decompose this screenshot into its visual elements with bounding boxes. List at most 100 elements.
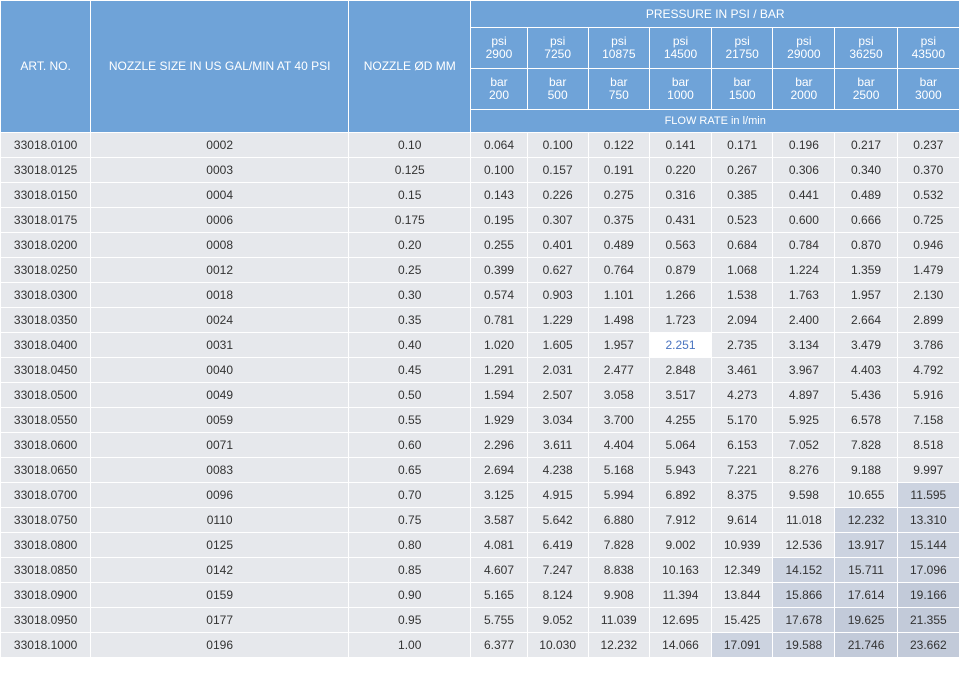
flow-rate-cell: 0.122 xyxy=(588,133,649,157)
psi-value: 29000 xyxy=(787,47,821,61)
art-no-cell: 33018.0850 xyxy=(1,558,91,582)
flow-rate-cell: 17.678 xyxy=(773,608,835,632)
flow-rate-cell: 4.404 xyxy=(588,433,649,457)
flow-rate-cell: 17.614 xyxy=(835,583,897,607)
flow-rate-cell: 1.763 xyxy=(773,283,835,307)
nozzle-size-cell: 0004 xyxy=(91,183,349,207)
flow-rate-cell: 3.517 xyxy=(649,383,712,407)
nozzle-diameter-cell: 1.00 xyxy=(349,633,471,657)
art-no-cell: 33018.0125 xyxy=(1,158,91,182)
flow-rate-cell: 17.096 xyxy=(897,558,959,582)
flow-rate-cell: 11.039 xyxy=(588,608,649,632)
flow-rate-cell: 9.052 xyxy=(527,608,588,632)
flow-rate-cell: 0.220 xyxy=(649,158,712,182)
flow-rate-table: ART. NO. NOZZLE SIZE IN US GAL/MIN AT 40… xyxy=(0,0,960,658)
flow-rate-cell: 0.226 xyxy=(527,183,588,207)
art-no-header: ART. NO. xyxy=(1,1,91,132)
flow-rate-cell: 0.879 xyxy=(649,258,712,282)
flow-rate-cell: 0.627 xyxy=(527,258,588,282)
flow-rate-cell: 1.359 xyxy=(835,258,897,282)
psi-header-cell: psi 7250 xyxy=(527,28,588,68)
table-row: 33018.1000 0196 1.00 6.377 10.030 12.232 14.06… xyxy=(1,633,959,657)
flow-rate-cell: 0.237 xyxy=(897,133,959,157)
bar-header-cell: bar 500 xyxy=(527,69,588,109)
flow-rate-cell: 6.892 xyxy=(649,483,712,507)
flow-rate-cell: 12.232 xyxy=(835,508,897,532)
art-no-cell: 33018.0600 xyxy=(1,433,91,457)
flow-rate-cell: 6.377 xyxy=(471,633,527,657)
psi-value: 21750 xyxy=(725,47,759,61)
flow-rate-cell: 8.124 xyxy=(527,583,588,607)
psi-header-cell: psi 21750 xyxy=(712,28,773,68)
flow-rate-cell: 0.196 xyxy=(773,133,835,157)
flow-rate-cell: 2.130 xyxy=(897,283,959,307)
flow-rate-cell: 0.275 xyxy=(588,183,649,207)
psi-header-cell: psi 10875 xyxy=(588,28,649,68)
flow-rate-cell: 7.052 xyxy=(773,433,835,457)
flow-rate-cell: 0.340 xyxy=(835,158,897,182)
art-no-cell: 33018.1000 xyxy=(1,633,91,657)
flow-rate-cell: 2.664 xyxy=(835,308,897,332)
flow-rate-cell: 0.385 xyxy=(712,183,773,207)
flow-rate-cell: 0.946 xyxy=(897,233,959,257)
flow-rate-cell: 1.498 xyxy=(588,308,649,332)
flow-rate-cell: 6.880 xyxy=(588,508,649,532)
nozzle-diameter-cell: 0.30 xyxy=(349,283,471,307)
flow-rate-cell: 2.477 xyxy=(588,358,649,382)
flow-rate-cell: 0.195 xyxy=(471,208,527,232)
flow-rate-cell: 15.711 xyxy=(835,558,897,582)
flow-rate-cell: 5.755 xyxy=(471,608,527,632)
table-row: 33018.0200 0008 0.20 0.255 0.401 0.489 0.563 0.… xyxy=(1,233,959,257)
table-row: 33018.0300 0018 0.30 0.574 0.903 1.101 1.266 1.… xyxy=(1,283,959,307)
nozzle-size-cell: 0018 xyxy=(91,283,349,307)
flow-rate-cell: 5.943 xyxy=(649,458,712,482)
flow-rate-cell: 11.595 xyxy=(897,483,959,507)
flow-rate-cell: 1.957 xyxy=(588,333,649,357)
flow-rate-cell: 1.229 xyxy=(527,308,588,332)
nozzle-diameter-cell: 0.40 xyxy=(349,333,471,357)
bar-value: 500 xyxy=(547,88,568,102)
nozzle-size-cell: 0196 xyxy=(91,633,349,657)
art-no-cell: 33018.0450 xyxy=(1,358,91,382)
art-no-cell: 33018.0150 xyxy=(1,183,91,207)
flow-rate-cell: 0.684 xyxy=(712,233,773,257)
psi-header-cell: psi 29000 xyxy=(773,28,835,68)
flow-rate-cell: 5.165 xyxy=(471,583,527,607)
art-no-cell: 33018.0700 xyxy=(1,483,91,507)
flow-rate-cell: 7.912 xyxy=(649,508,712,532)
flow-rate-cell: 3.479 xyxy=(835,333,897,357)
nozzle-diameter-cell: 0.90 xyxy=(349,583,471,607)
bar-value: 3000 xyxy=(914,88,942,102)
flow-rate-cell: 4.915 xyxy=(527,483,588,507)
flow-rate-cell: 0.375 xyxy=(588,208,649,232)
flow-rate-cell: 3.125 xyxy=(471,483,527,507)
flow-rate-cell: 0.784 xyxy=(773,233,835,257)
table-row: 33018.0175 0006 0.175 0.195 0.307 0.375 0.431 0… xyxy=(1,208,959,232)
nozzle-size-cell: 0110 xyxy=(91,508,349,532)
flow-rate-cell: 4.273 xyxy=(712,383,773,407)
flow-rate-cell: 10.163 xyxy=(649,558,712,582)
psi-value: 14500 xyxy=(663,47,698,61)
flow-rate-cell: 0.600 xyxy=(773,208,835,232)
table-row: 33018.0350 0024 0.35 0.781 1.229 1.498 1.723 2.… xyxy=(1,308,959,332)
flow-rate-cell: 7.247 xyxy=(527,558,588,582)
nozzle-size-cell: 0012 xyxy=(91,258,349,282)
flow-rate-cell: 6.153 xyxy=(712,433,773,457)
nozzle-diameter-cell: 0.75 xyxy=(349,508,471,532)
psi-value: 43500 xyxy=(911,47,945,61)
flow-rate-cell: 9.598 xyxy=(773,483,835,507)
bar-value: 200 xyxy=(488,88,509,102)
flow-rate-cell: 2.031 xyxy=(527,358,588,382)
flow-rate-cell: 0.431 xyxy=(649,208,712,232)
flow-rate-cell: 5.168 xyxy=(588,458,649,482)
flow-rate-cell: 14.152 xyxy=(773,558,835,582)
flow-rate-cell: 3.700 xyxy=(588,408,649,432)
flow-rate-cell: 10.030 xyxy=(527,633,588,657)
flow-rate-cell: 2.735 xyxy=(712,333,773,357)
table-row: 33018.0100 0002 0.10 0.064 0.100 0.122 0.141 0.… xyxy=(1,133,959,157)
bar-value: 2500 xyxy=(852,88,880,102)
bar-value: 1500 xyxy=(728,88,756,102)
nozzle-diameter-cell: 0.65 xyxy=(349,458,471,482)
psi-header-cell: psi 43500 xyxy=(897,28,959,68)
nozzle-size-cell: 0049 xyxy=(91,383,349,407)
